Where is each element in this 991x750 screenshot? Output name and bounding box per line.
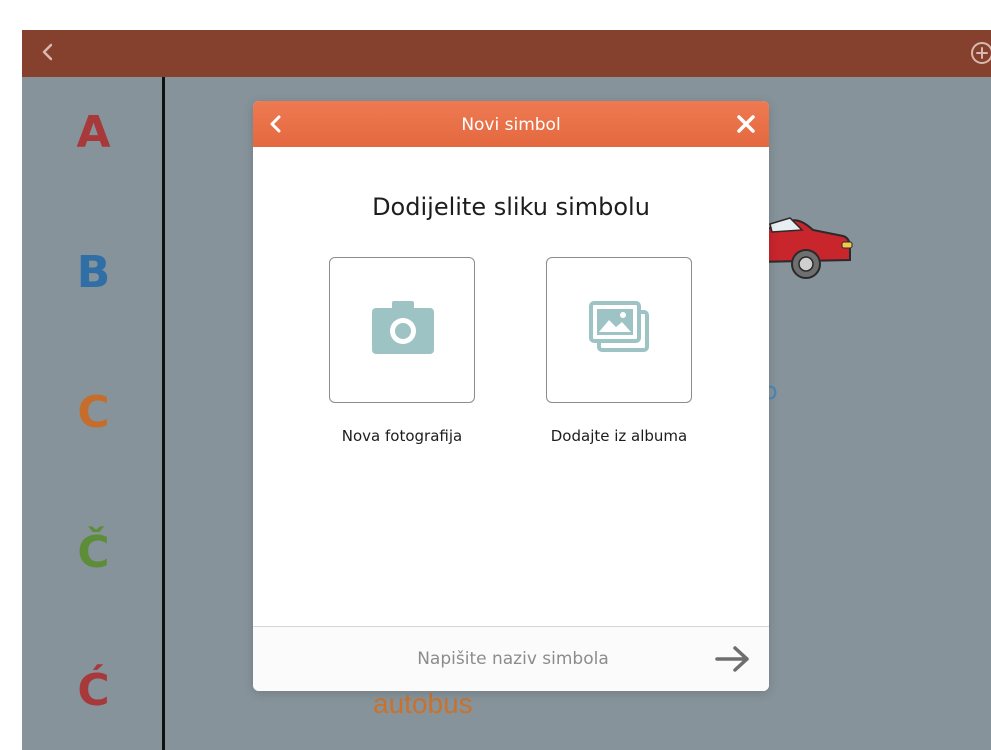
add-circle-icon[interactable]: [969, 40, 991, 66]
new-photo-button[interactable]: [329, 257, 475, 403]
sidebar-letter-a[interactable]: A: [22, 107, 165, 158]
camera-icon: [372, 301, 434, 354]
new-symbol-dialog: Novi simbol Dodijelite sliku simbolu Nov…: [253, 101, 769, 691]
dialog-header: Novi simbol: [253, 101, 769, 147]
add-from-album-label: Dodajte iz albuma: [550, 427, 688, 445]
photo-album-icon: [589, 301, 649, 352]
sidebar-letter-c-caron[interactable]: Č: [22, 527, 165, 578]
top-bar: [22, 30, 991, 77]
arrow-right-icon[interactable]: [713, 643, 753, 675]
back-chevron-icon[interactable]: [253, 101, 299, 147]
dialog-heading: Dodijelite sliku simbolu: [372, 193, 650, 221]
new-photo-label: Nova fotografija: [341, 427, 463, 445]
alphabet-sidebar: A B C Č Ć: [22, 77, 165, 750]
dialog-title: Novi simbol: [461, 115, 561, 135]
sidebar-letter-c-acute[interactable]: Ć: [22, 665, 165, 716]
symbol-name-bar: [253, 626, 769, 691]
back-chevron-icon[interactable]: [36, 40, 60, 64]
symbol-name-input[interactable]: [313, 643, 713, 675]
sidebar-letter-b[interactable]: B: [22, 247, 165, 298]
red-car-icon: [758, 217, 853, 279]
add-from-album-button[interactable]: [546, 257, 692, 403]
background-symbol-word: autobus: [373, 688, 473, 719]
sidebar-letter-c[interactable]: C: [22, 387, 165, 438]
close-icon[interactable]: [723, 101, 769, 147]
